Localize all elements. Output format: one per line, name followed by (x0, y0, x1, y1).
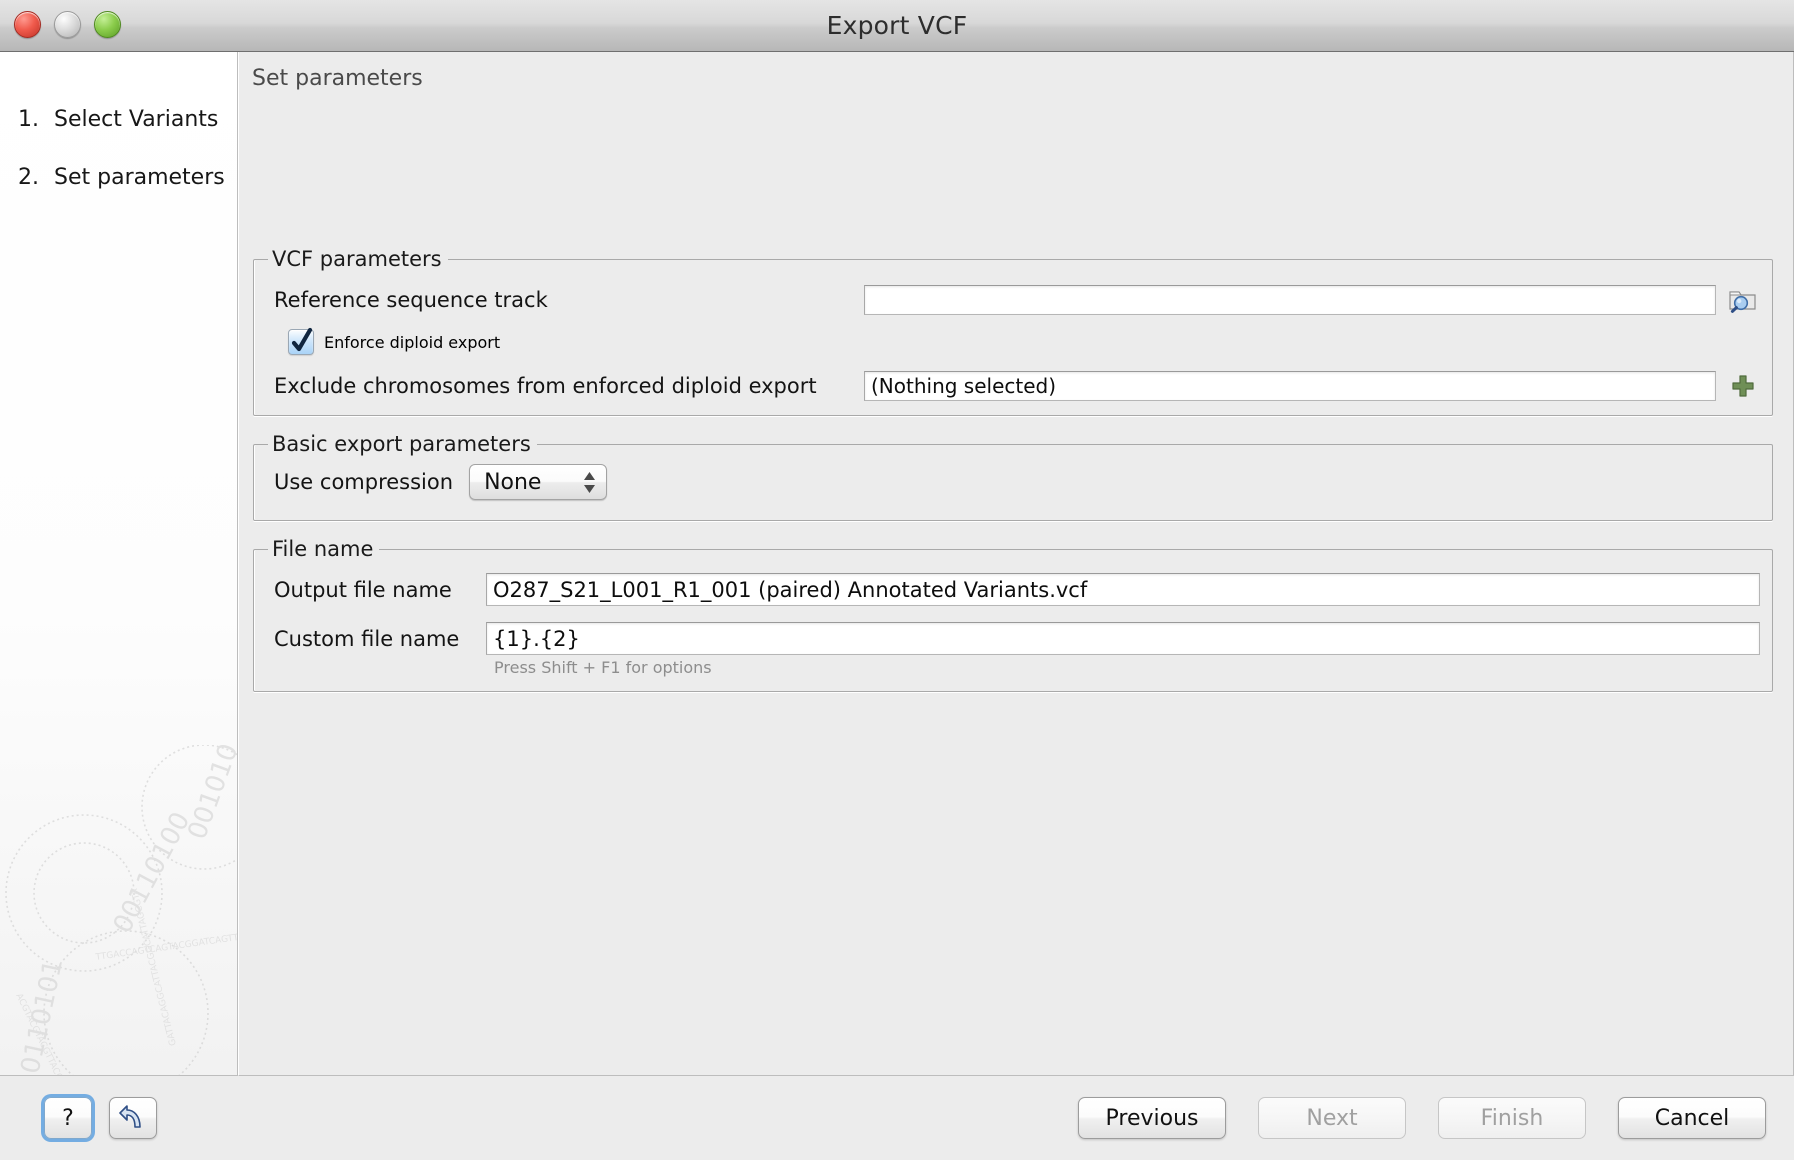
svg-text:0110101: 0110101 (16, 957, 69, 1076)
row-use-compression: Use compression None (266, 464, 1760, 500)
close-button[interactable] (14, 11, 41, 38)
window-controls (14, 11, 121, 38)
sidebar-step-select-variants[interactable]: 1. Select Variants (18, 107, 237, 132)
row-reference-sequence-track: Reference sequence track (266, 285, 1760, 315)
plus-icon[interactable] (1726, 371, 1760, 401)
output-file-name-input[interactable]: O287_S21_L001_R1_001 (paired) Annotated … (486, 573, 1760, 606)
row-enforce-diploid-export[interactable]: Enforce diploid export (266, 329, 1760, 355)
main-panel: Set parameters VCF parameters Reference … (238, 52, 1794, 1076)
svg-text:00110100: 00110100 (108, 807, 197, 938)
group-basic-export-parameters: Basic export parameters Use compression … (253, 432, 1773, 521)
step-number: 1. (18, 107, 54, 132)
group-legend-basic-export-parameters: Basic export parameters (268, 432, 537, 456)
group-legend-file-name: File name (268, 537, 379, 561)
parameter-groups: VCF parameters Reference sequence track (239, 247, 1793, 692)
use-compression-label: Use compression (266, 470, 453, 494)
reset-button[interactable] (109, 1097, 157, 1139)
step-number: 2. (18, 165, 54, 190)
row-output-file-name: Output file name O287_S21_L001_R1_001 (p… (266, 573, 1760, 606)
svg-text:GATTACAGGCATTACGGCATTAGCGTA: GATTACAGGCATTACGGCATTAGCGTA (130, 887, 179, 1047)
custom-file-name-hint: Press Shift + F1 for options (494, 658, 1760, 677)
group-file-name: File name Output file name O287_S21_L001… (253, 537, 1773, 692)
help-button[interactable]: ? (44, 1097, 92, 1139)
custom-file-name-input[interactable]: {1}.{2} (486, 622, 1760, 655)
step-label: Select Variants (54, 107, 218, 132)
custom-file-name-label: Custom file name (266, 627, 486, 651)
output-file-name-label: Output file name (266, 578, 486, 602)
use-compression-select[interactable]: None (469, 464, 607, 500)
clc-bio-watermark-icon: 00110100 0010100 0110101 ACGTACGTACGTTAC… (0, 745, 238, 1076)
reference-sequence-track-input[interactable] (864, 285, 1716, 315)
enforce-diploid-export-label: Enforce diploid export (324, 333, 500, 352)
bottom-right-buttons: Previous Next Finish Cancel (1078, 1097, 1766, 1139)
export-vcf-dialog: Export VCF 1. Select Variants 2. Set par… (0, 0, 1794, 1160)
window-title: Export VCF (827, 11, 968, 40)
minimize-button[interactable] (54, 11, 81, 38)
dialog-bottom-bar: ? Previous Next Finish Cancel (0, 1076, 1794, 1160)
wizard-step-sidebar: 1. Select Variants 2. Set parameters 001… (0, 52, 238, 1076)
folder-search-icon[interactable] (1726, 285, 1760, 315)
exclude-chromosomes-input[interactable]: (Nothing selected) (864, 371, 1716, 401)
undo-arrow-icon (118, 1105, 148, 1131)
finish-button[interactable]: Finish (1438, 1097, 1586, 1139)
svg-text:ACGTACGTACGTTACGACTGATCGATCGTA: ACGTACGTACGTTACGACTGATCGATCGTAGC (13, 992, 106, 1076)
stepper-arrows-icon (583, 472, 596, 493)
dialog-body: 1. Select Variants 2. Set parameters 001… (0, 52, 1794, 1076)
wizard-step-list: 1. Select Variants 2. Set parameters (0, 52, 237, 190)
svg-text:0010100: 0010100 (182, 745, 238, 843)
reference-sequence-track-label: Reference sequence track (266, 288, 864, 312)
page-title: Set parameters (239, 52, 1793, 91)
next-button[interactable]: Next (1258, 1097, 1406, 1139)
cancel-button[interactable]: Cancel (1618, 1097, 1766, 1139)
zoom-button[interactable] (94, 11, 121, 38)
bottom-left-buttons: ? (44, 1097, 157, 1139)
window-titlebar: Export VCF (0, 0, 1794, 52)
step-label: Set parameters (54, 165, 225, 190)
exclude-chromosomes-label: Exclude chromosomes from enforced diploi… (266, 374, 864, 398)
row-custom-file-name: Custom file name {1}.{2} (266, 622, 1760, 655)
enforce-diploid-export-checkbox[interactable] (288, 329, 314, 355)
group-vcf-parameters: VCF parameters Reference sequence track (253, 247, 1773, 416)
group-legend-vcf-parameters: VCF parameters (268, 247, 448, 271)
row-exclude-chromosomes: Exclude chromosomes from enforced diploi… (266, 371, 1760, 401)
previous-button[interactable]: Previous (1078, 1097, 1226, 1139)
svg-text:TTGACCAGTCAGTACGGATCAGTTACG: TTGACCAGTCAGTACGGATCAGTTACG (94, 930, 238, 963)
sidebar-step-set-parameters[interactable]: 2. Set parameters (18, 165, 237, 190)
use-compression-value: None (484, 470, 569, 495)
